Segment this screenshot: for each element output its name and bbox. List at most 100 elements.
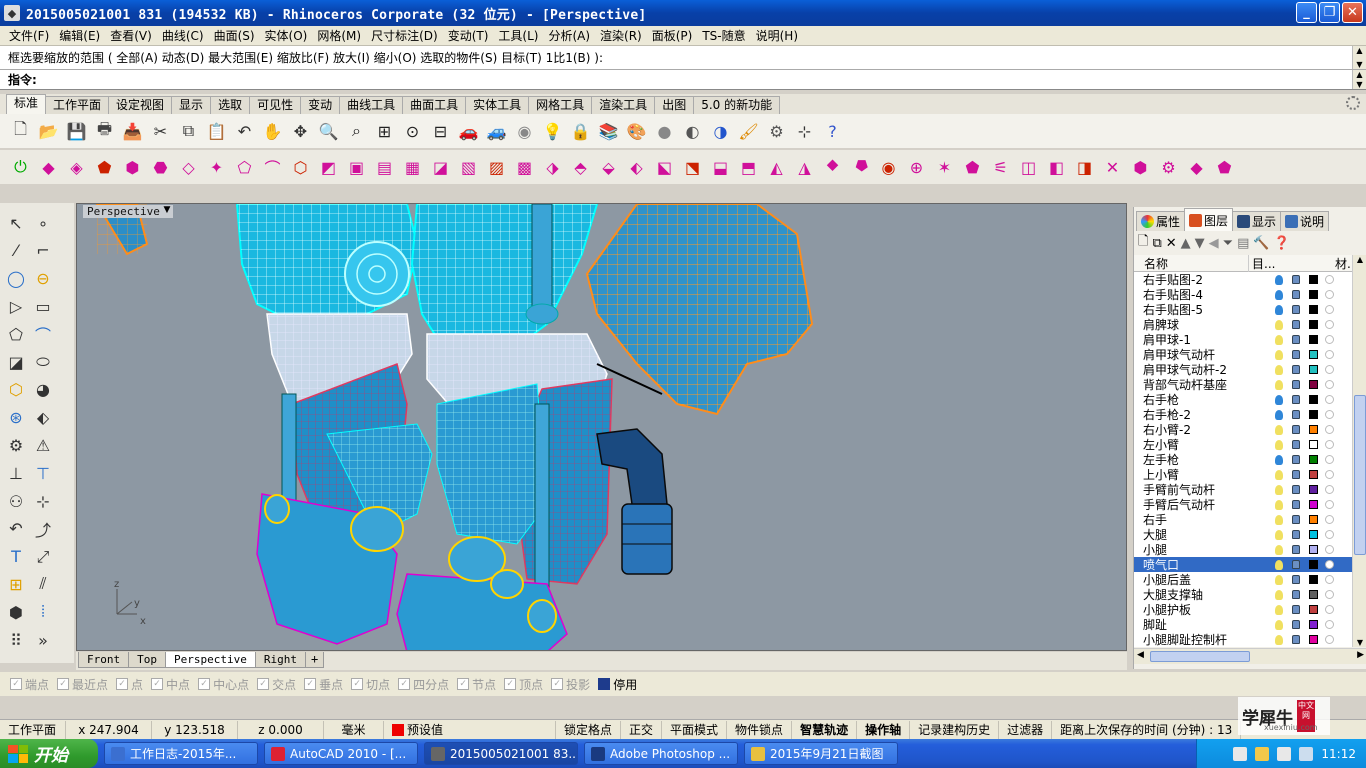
- surface-tool-16-icon[interactable]: ▧: [456, 155, 481, 180]
- network-icon[interactable]: [1277, 746, 1292, 761]
- left-tool-23-icon[interactable]: ⤴: [30, 517, 56, 541]
- material-icon[interactable]: [1325, 620, 1334, 629]
- menu-item-7[interactable]: 尺寸标注(D): [366, 27, 443, 44]
- surface-tool-3-icon[interactable]: ⬟: [92, 155, 117, 180]
- layer-color-swatch[interactable]: [1309, 275, 1318, 284]
- paste-icon[interactable]: 📋: [204, 119, 229, 144]
- volume-icon[interactable]: [1299, 746, 1314, 761]
- material-icon[interactable]: [1325, 380, 1334, 389]
- lock-icon[interactable]: [1292, 275, 1300, 284]
- scroll-up-icon[interactable]: ▲: [1353, 255, 1366, 264]
- osnap-checkbox[interactable]: ✓: [57, 678, 70, 690]
- layer-state-icon[interactable]: ▤: [1237, 236, 1249, 251]
- menu-item-9[interactable]: 工具(L): [493, 27, 543, 44]
- surface-tool-33-icon[interactable]: ✶: [932, 155, 957, 180]
- menu-item-8[interactable]: 变动(T): [443, 27, 494, 44]
- taskbar-task-2[interactable]: 2015005021001 83...: [424, 742, 578, 765]
- surface-tool-8-icon[interactable]: ⬠: [232, 155, 257, 180]
- visibility-bulb-icon[interactable]: [1275, 469, 1283, 480]
- layer-row[interactable]: 肩甲球-1: [1134, 332, 1352, 347]
- visibility-bulb-icon[interactable]: [1275, 499, 1283, 510]
- status-item-5[interactable]: 操作轴: [857, 720, 911, 739]
- visibility-bulb-icon[interactable]: [1275, 439, 1283, 450]
- material-icon[interactable]: [1325, 305, 1334, 314]
- lock-icon[interactable]: [1292, 485, 1300, 494]
- layer-row[interactable]: 左手枪: [1134, 452, 1352, 467]
- material-icon[interactable]: ◑: [708, 119, 733, 144]
- toolbar-tab-10[interactable]: 网格工具: [528, 96, 593, 114]
- osnap-checkbox[interactable]: ✓: [551, 678, 564, 690]
- layer-row[interactable]: 上小臂: [1134, 467, 1352, 482]
- left-tool-21-icon[interactable]: ⊹: [30, 489, 56, 513]
- surface-tool-13-icon[interactable]: ▤: [372, 155, 397, 180]
- menu-item-13[interactable]: TS-随意: [697, 27, 750, 44]
- layer-color-swatch[interactable]: [1309, 530, 1318, 539]
- osnap-checkbox[interactable]: [598, 678, 611, 690]
- surface-tool-30-icon[interactable]: ⯂: [848, 155, 873, 180]
- left-tool-5-icon[interactable]: ⊖: [30, 267, 56, 291]
- left-tool-17-icon[interactable]: ⚠: [30, 433, 56, 457]
- surface-tool-7-icon[interactable]: ✦: [204, 155, 229, 180]
- zoom-icon[interactable]: 🔍: [316, 119, 341, 144]
- toolbar-tab-8[interactable]: 曲面工具: [402, 96, 467, 114]
- status-unit[interactable]: 毫米: [324, 720, 384, 739]
- layer-row[interactable]: 大腿支撑轴: [1134, 587, 1352, 602]
- layer-color-swatch[interactable]: [1309, 290, 1318, 299]
- layer-color-swatch[interactable]: [1309, 440, 1318, 449]
- surface-tool-36-icon[interactable]: ◫: [1016, 155, 1041, 180]
- lock-icon[interactable]: [1292, 560, 1300, 569]
- layer-color-swatch[interactable]: [1309, 590, 1318, 599]
- surface-tool-2-icon[interactable]: ◈: [64, 155, 89, 180]
- osnap-checkbox[interactable]: ✓: [457, 678, 470, 690]
- layer-color-swatch[interactable]: [1309, 320, 1318, 329]
- layer-row[interactable]: 小腿: [1134, 542, 1352, 557]
- close-button[interactable]: ✕: [1342, 2, 1363, 23]
- surface-tool-17-icon[interactable]: ▨: [484, 155, 509, 180]
- layer-row[interactable]: 背部气动杆基座: [1134, 377, 1352, 392]
- layer-list-scroll-thumb[interactable]: [1354, 395, 1366, 555]
- lock-icon[interactable]: [1292, 635, 1300, 644]
- move-up-icon[interactable]: ▲: [1181, 236, 1191, 251]
- menu-item-3[interactable]: 曲线(C): [157, 27, 209, 44]
- viewport-tab-3[interactable]: Right: [254, 652, 306, 668]
- help-icon[interactable]: ?: [820, 119, 845, 144]
- color-wheel-icon[interactable]: 🎨: [624, 119, 649, 144]
- surface-tool-39-icon[interactable]: ✕: [1100, 155, 1125, 180]
- osnap-3[interactable]: ✓ 中点: [151, 676, 190, 693]
- status-item-2[interactable]: 平面模式: [662, 720, 728, 739]
- start-button[interactable]: 开始: [0, 739, 98, 768]
- toolbar-tab-7[interactable]: 曲线工具: [339, 96, 404, 114]
- lock-icon[interactable]: [1292, 500, 1300, 509]
- viewport-tab-2[interactable]: Perspective: [165, 652, 256, 668]
- layer-row[interactable]: 喷气口: [1134, 557, 1352, 572]
- status-item-3[interactable]: 物件锁点: [727, 720, 793, 739]
- menu-item-12[interactable]: 面板(P): [647, 27, 698, 44]
- save-icon[interactable]: 💾: [64, 119, 89, 144]
- surface-tool-11-icon[interactable]: ◩: [316, 155, 341, 180]
- status-item-6[interactable]: 记录建构历史: [910, 720, 1000, 739]
- left-tool-16-icon[interactable]: ⚙: [3, 433, 29, 457]
- left-tool-28-icon[interactable]: ⬢: [3, 600, 29, 624]
- layer-row[interactable]: 右手枪: [1134, 392, 1352, 407]
- left-tool-26-icon[interactable]: ⊞: [3, 572, 29, 596]
- zoom-extents-icon[interactable]: ⊞: [372, 119, 397, 144]
- material-icon[interactable]: [1325, 530, 1334, 539]
- material-icon[interactable]: [1325, 485, 1334, 494]
- visibility-bulb-icon[interactable]: [1275, 424, 1283, 435]
- left-tool-3-icon[interactable]: ⌐: [30, 239, 56, 263]
- surface-tool-40-icon[interactable]: ⬢: [1128, 155, 1153, 180]
- surface-tool-14-icon[interactable]: ▦: [400, 155, 425, 180]
- osnap-checkbox[interactable]: ✓: [398, 678, 411, 690]
- toolbar-tab-12[interactable]: 出图: [654, 96, 695, 114]
- status-item-4[interactable]: 智慧轨迹: [792, 720, 858, 739]
- material-icon[interactable]: [1325, 365, 1334, 374]
- viewport-title[interactable]: Perspective: [83, 205, 164, 218]
- layer-row[interactable]: 左小臂: [1134, 437, 1352, 452]
- layer-row[interactable]: 小腿护板: [1134, 602, 1352, 617]
- visibility-bulb-icon[interactable]: [1275, 334, 1283, 345]
- rotate-view-icon[interactable]: ✥: [288, 119, 313, 144]
- status-item-0[interactable]: 锁定格点: [556, 720, 622, 739]
- menu-item-14[interactable]: 说明(H): [751, 27, 803, 44]
- render-icon[interactable]: ◐: [680, 119, 705, 144]
- left-tool-9-icon[interactable]: ⌒: [30, 322, 56, 346]
